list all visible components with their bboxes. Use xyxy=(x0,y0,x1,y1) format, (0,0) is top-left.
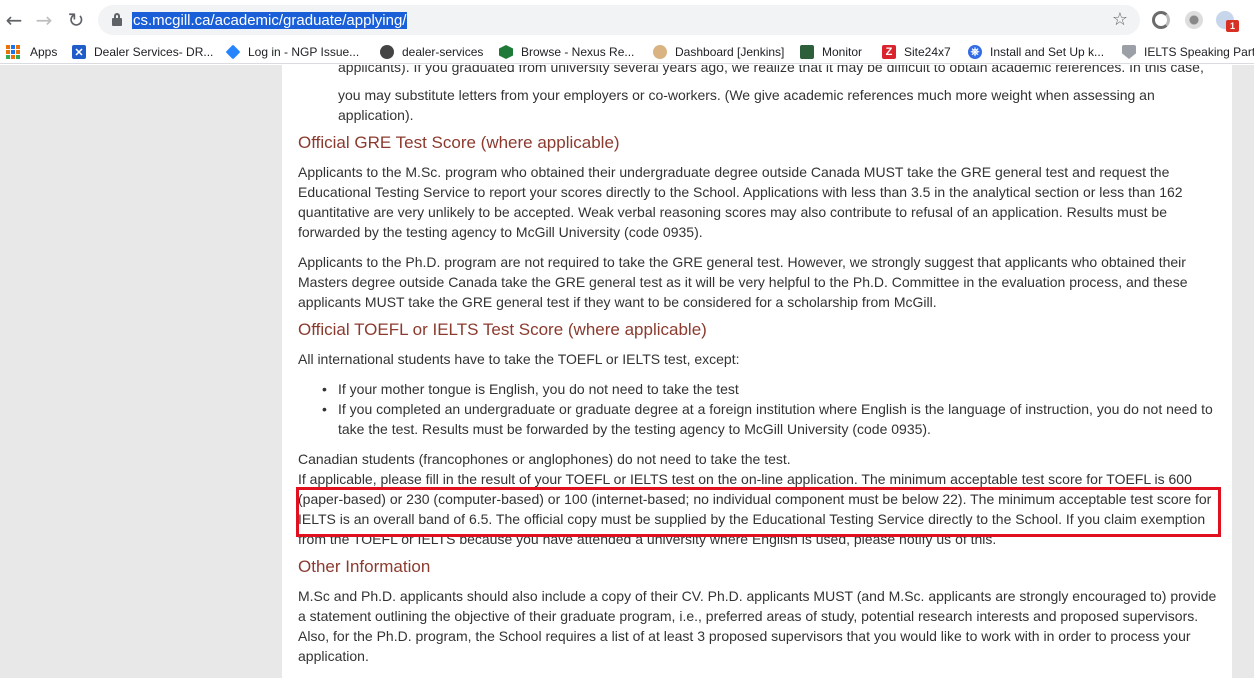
bookmark-nexus[interactable]: Browse - Nexus Re... xyxy=(499,43,634,61)
browser-toolbar: ← → ↻ cs.mcgill.ca/academic/graduate/app… xyxy=(0,0,1254,40)
toefl-line: Canadian students (francophones or anglo… xyxy=(298,451,791,467)
kubernetes-icon: ⎈ xyxy=(968,45,982,59)
bookmark-kubernetes[interactable]: ⎈ Install and Set Up k... xyxy=(968,43,1104,61)
forward-button[interactable]: → xyxy=(32,8,56,32)
other-line: Also, for the Ph.D. program, the School … xyxy=(298,628,1191,644)
bookmark-label: Apps xyxy=(30,45,58,59)
ielts-icon xyxy=(1122,45,1136,59)
bookmark-monitor[interactable]: Monitor xyxy=(800,43,862,61)
jira-icon xyxy=(225,44,241,60)
nexus-icon xyxy=(499,45,513,59)
bookmark-apps[interactable]: Apps xyxy=(6,43,57,61)
bookmark-label: Install and Set Up k... xyxy=(990,45,1105,59)
reload-button[interactable]: ↻ xyxy=(64,8,88,32)
back-arrow-icon: ← xyxy=(5,8,23,32)
exemption-bullet: If your mother tongue is English, you do… xyxy=(322,379,1218,399)
gre-paragraph-line: Educational Testing Service to report yo… xyxy=(298,184,1183,200)
gre-paragraph-line: forwarded by the testing agency to McGil… xyxy=(298,224,703,240)
page-content: applicants). If you graduated from unive… xyxy=(282,65,1232,678)
bookmark-jenkins[interactable]: Dashboard [Jenkins] xyxy=(653,43,784,61)
bookmark-label: Dashboard [Jenkins] xyxy=(675,45,785,59)
toefl-intro: All international students have to take … xyxy=(298,351,740,367)
intro-line: application). xyxy=(338,107,414,123)
github-icon xyxy=(380,45,394,59)
confluence-icon: ✕ xyxy=(72,45,86,59)
page-left-margin xyxy=(0,65,282,678)
intro-line: you may substitute letters from your emp… xyxy=(338,87,1155,103)
bookmark-label: Monitor xyxy=(822,45,863,59)
page-right-margin xyxy=(1232,65,1254,678)
url-text[interactable]: cs.mcgill.ca/academic/graduate/applying/ xyxy=(132,12,408,29)
forward-arrow-icon: → xyxy=(35,8,53,32)
gre-phd-line: Applicants to the Ph.D. program are not … xyxy=(298,254,1186,270)
gre-paragraph-line: quantitative are very unlikely to be acc… xyxy=(298,204,1167,220)
bookmark-star-icon[interactable]: ☆ xyxy=(1112,9,1128,30)
gre-heading: Official GRE Test Score (where applicabl… xyxy=(298,133,620,152)
gre-paragraph-line: Applicants to the M.Sc. program who obta… xyxy=(298,164,1170,180)
annotation-highlight-box xyxy=(296,487,1221,537)
bookmark-label: Browse - Nexus Re... xyxy=(521,45,635,59)
reload-icon: ↻ xyxy=(67,8,85,32)
address-bar[interactable]: cs.mcgill.ca/academic/graduate/applying/… xyxy=(98,5,1140,35)
bookmark-dealer-services[interactable]: ✕ Dealer Services- DR... xyxy=(72,43,213,61)
bookmark-ngp-issue[interactable]: Log in - NGP Issue... xyxy=(225,43,360,61)
bookmarks-bar: Apps ✕ Dealer Services- DR... Log in - N… xyxy=(0,40,1254,64)
other-line: a statement outlining the objective of t… xyxy=(298,608,1199,624)
bookmark-label: dealer-services xyxy=(402,45,484,59)
lock-icon xyxy=(112,13,122,26)
gre-phd-line: applicants MUST take the GRE general tes… xyxy=(298,294,937,310)
extension-record-icon[interactable] xyxy=(1185,11,1203,29)
bookmark-label: Site24x7 xyxy=(904,45,951,59)
apps-grid-icon xyxy=(6,45,20,59)
bookmark-label: Log in - NGP Issue... xyxy=(248,45,360,59)
other-line: M.Sc and Ph.D. applicants should also in… xyxy=(298,588,1217,604)
bookmark-site24x7[interactable]: Z Site24x7 xyxy=(882,43,951,61)
back-button[interactable]: ← xyxy=(2,8,26,32)
extension-sync-icon[interactable] xyxy=(1152,11,1170,29)
bookmark-label: IELTS Speaking Part... xyxy=(1144,45,1254,59)
other-line: application. xyxy=(298,648,369,664)
gre-phd-line: Masters degree outside Canada take the G… xyxy=(298,274,1188,290)
site24x7-icon: Z xyxy=(882,45,896,59)
bookmark-ielts[interactable]: IELTS Speaking Part... xyxy=(1122,43,1254,61)
bookmark-github[interactable]: dealer-services xyxy=(380,43,483,61)
exemption-bullet: If you completed an undergraduate or gra… xyxy=(322,399,1218,419)
toefl-line: If applicable, please fill in the result… xyxy=(298,471,1192,487)
other-heading: Other Information xyxy=(298,557,431,576)
toefl-heading: Official TOEFL or IELTS Test Score (wher… xyxy=(298,320,707,339)
extension-badge: 1 xyxy=(1226,20,1239,32)
monitor-icon xyxy=(800,45,814,59)
jenkins-icon xyxy=(653,45,667,59)
extension-translate-icon[interactable]: 1 xyxy=(1216,11,1239,32)
intro-line: applicants). If you graduated from unive… xyxy=(338,65,1204,75)
exemption-bullet-cont: take the test. Results must be forwarded… xyxy=(338,421,931,437)
bookmark-label: Dealer Services- DR... xyxy=(94,45,214,59)
